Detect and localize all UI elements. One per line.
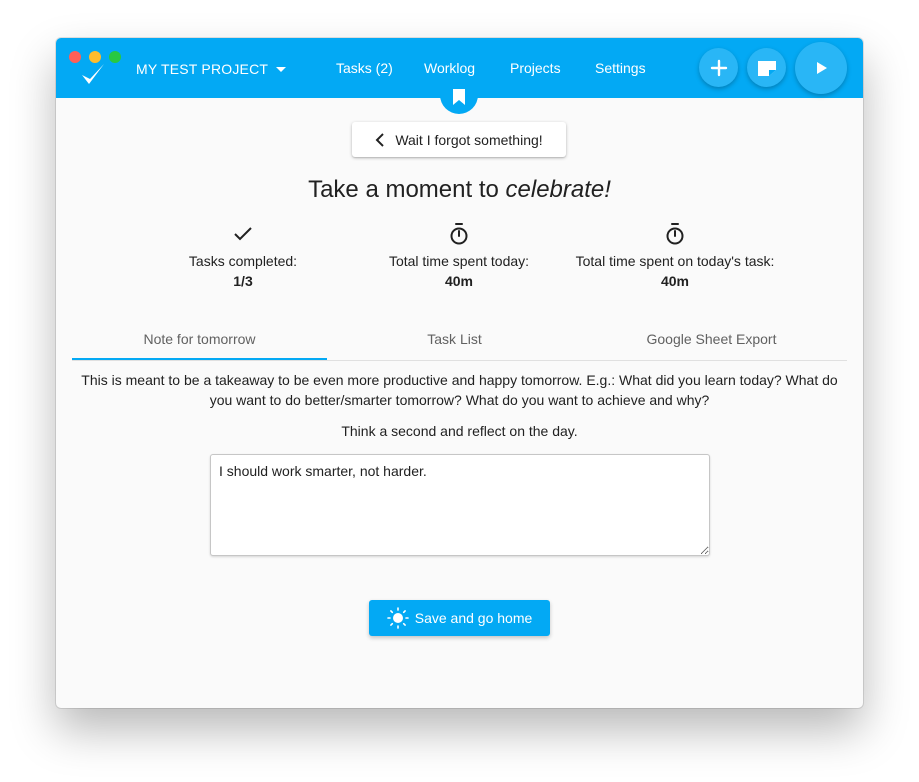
back-button-label: Wait I forgot something!: [395, 131, 543, 148]
stat-value: 40m: [444, 273, 474, 289]
add-note-button[interactable]: [747, 48, 786, 87]
nav-tasks[interactable]: Tasks (2): [336, 60, 393, 76]
check-icon: [234, 227, 252, 241]
tab-note-for-tomorrow[interactable]: Note for tomorrow: [72, 320, 327, 360]
stat-value: 40m: [660, 273, 690, 289]
chevron-left-icon: [375, 132, 385, 147]
page-title: Take a moment to celebrate!: [56, 176, 863, 204]
checkmark-logo-icon: [82, 64, 104, 84]
note-description: This is meant to be a takeaway to be eve…: [81, 372, 838, 408]
nav-worklog[interactable]: Worklog: [424, 60, 475, 76]
tab-task-list[interactable]: Task List: [327, 320, 582, 358]
wait-i-forgot-button[interactable]: Wait I forgot something!: [352, 122, 566, 157]
stat-label: Tasks completed:: [188, 253, 298, 269]
headline-prefix: Take a moment to: [308, 176, 506, 203]
play-icon: [817, 62, 827, 74]
start-tracking-button[interactable]: [795, 42, 847, 94]
window-maximize-button[interactable]: [109, 51, 121, 63]
tab-bar: Note for tomorrow Task List Google Sheet…: [72, 320, 847, 361]
stopwatch-icon: [666, 223, 684, 245]
stopwatch-icon: [450, 223, 468, 245]
note-icon: [757, 60, 776, 76]
stat-label: Total time spent on today's task:: [575, 253, 775, 269]
caret-down-icon: [276, 66, 287, 72]
note-textarea[interactable]: I should work smarter, not harder.: [210, 454, 710, 556]
stat-label: Total time spent today:: [388, 253, 530, 269]
bookmark-button[interactable]: [440, 80, 478, 114]
stat-value: 1/3: [233, 273, 253, 289]
save-button-label: Save and go home: [414, 610, 533, 626]
plus-icon: [710, 59, 727, 76]
project-switcher[interactable]: MY TEST PROJECT: [136, 59, 287, 79]
add-task-button[interactable]: [699, 48, 738, 87]
headline-emphasis: celebrate!: [505, 176, 611, 203]
tab-google-sheet-export[interactable]: Google Sheet Export: [584, 320, 839, 358]
save-and-go-home-button[interactable]: Save and go home: [369, 600, 550, 636]
app-window: MY TEST PROJECT Tasks (2) Worklog Projec…: [56, 38, 863, 708]
project-name: MY TEST PROJECT: [136, 61, 269, 77]
nav-settings[interactable]: Settings: [595, 60, 646, 76]
reflect-prompt: Think a second and reflect on the day.: [341, 423, 578, 439]
stat-tasks-completed: Tasks completed: 1/3: [128, 222, 358, 289]
stat-time-today: Total time spent today: 40m: [344, 222, 574, 289]
nav-projects[interactable]: Projects: [510, 60, 561, 76]
bookmark-icon: [453, 89, 465, 105]
stat-time-task: Total time spent on today's task: 40m: [560, 222, 790, 289]
sun-icon: [386, 607, 409, 629]
